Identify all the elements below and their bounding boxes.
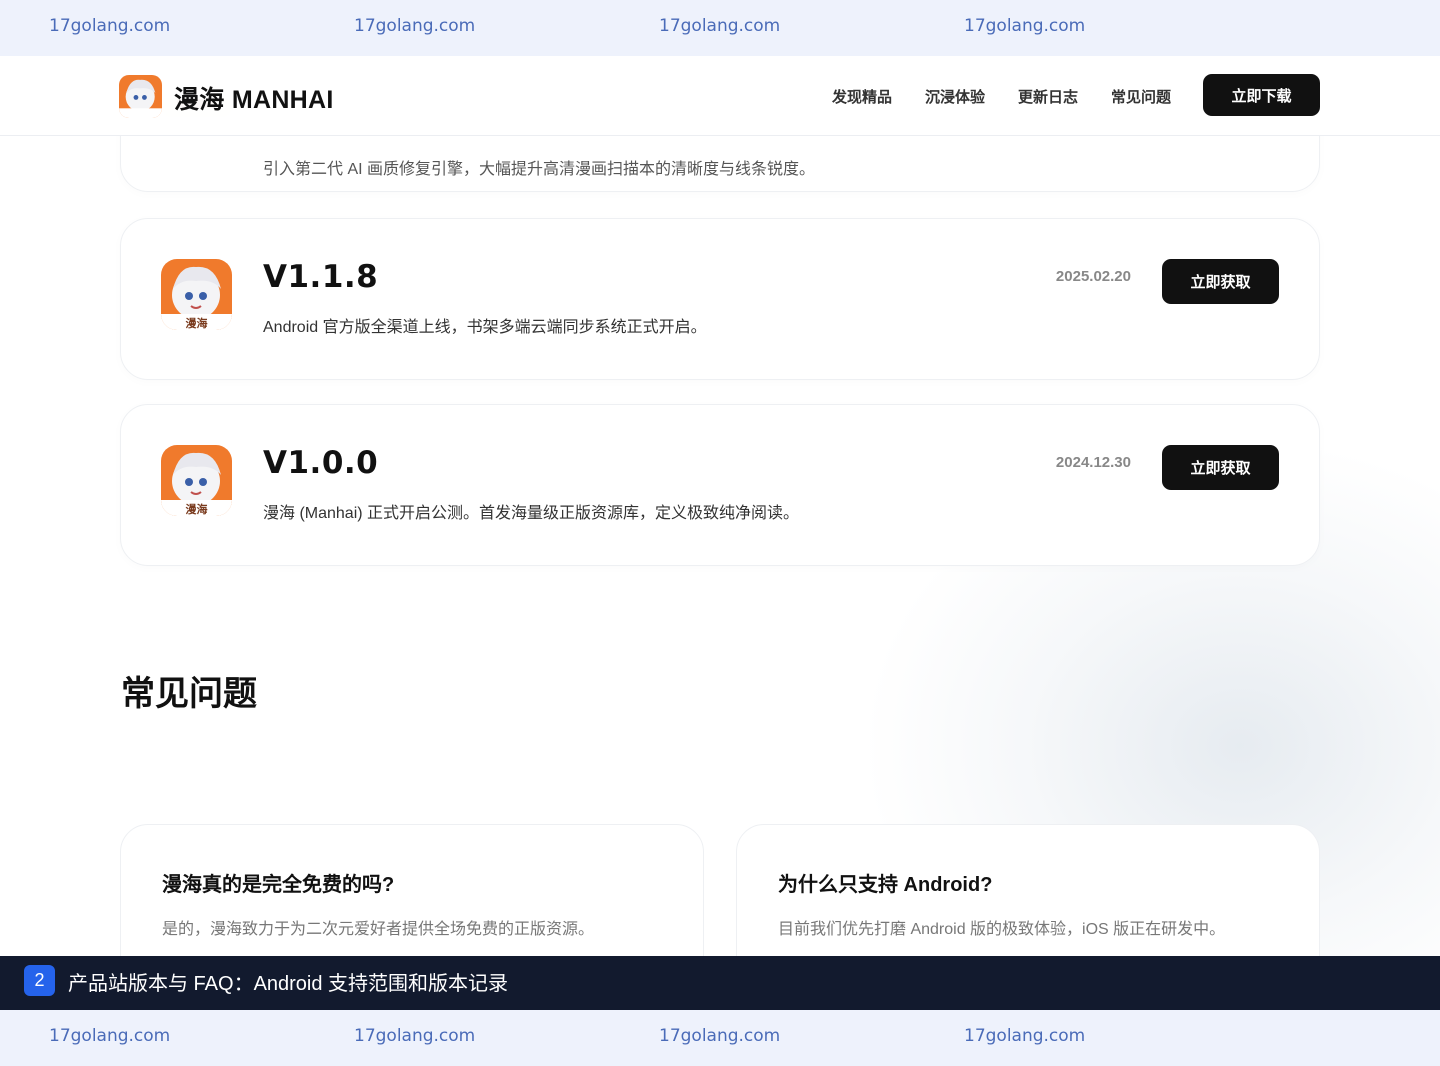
app-icon: 漫海 — [161, 445, 232, 516]
watermark-text: 17golang.com — [659, 16, 781, 36]
faq-question: 为什么只支持 Android? — [778, 874, 993, 896]
app-icon: 漫海 — [161, 259, 232, 330]
get-button[interactable]: 立即获取 — [1162, 259, 1279, 304]
nav-item-discover[interactable]: 发现精品 — [832, 86, 892, 107]
watermark-text: 17golang.com — [49, 16, 171, 36]
faq-section-title: 常见问题 — [121, 675, 257, 713]
version-date: 2024.12.30 — [1055, 454, 1131, 471]
watermark-text: 17golang.com — [964, 1026, 1086, 1046]
nav-item-changelog[interactable]: 更新日志 — [1018, 86, 1078, 107]
version-card: 漫海 V1.0.0 漫海 (Manhai) 正式开启公测。首发海量级正版资源库，… — [120, 404, 1320, 566]
app-icon-text: 漫海 — [186, 502, 208, 516]
watermark-text: 17golang.com — [964, 16, 1086, 36]
watermark-strip-top: 17golang.com 17golang.com 17golang.com 1… — [0, 0, 1440, 56]
caption-bar: 2 产品站版本与 FAQ：Android 支持范围和版本记录 — [0, 956, 1440, 1010]
page-viewport[interactable]: 引入第二代 AI 画质修复引擎，大幅提升高清漫画扫描本的清晰度与线条锐度。 漫海… — [0, 56, 1440, 956]
app-icon-text: 漫海 — [186, 316, 208, 330]
get-button[interactable]: 立即获取 — [1162, 445, 1279, 490]
nav-item-faq[interactable]: 常见问题 — [1111, 86, 1171, 107]
brand-name[interactable]: 漫海 MANHAI — [174, 80, 334, 116]
version-date: 2025.02.20 — [1055, 268, 1131, 285]
faq-question: 漫海真的是完全免费的吗? — [162, 874, 395, 896]
watermark-text: 17golang.com — [659, 1026, 781, 1046]
download-button[interactable]: 立即下载 — [1203, 74, 1320, 116]
version-desc: Android 官方版全渠道上线，书架多端云端同步系统正式开启。 — [263, 319, 707, 336]
faq-answer: 是的，漫海致力于为二次元爱好者提供全场免费的正版资源。 — [162, 921, 595, 938]
site-header: 漫海 MANHAI 发现精品 沉浸体验 更新日志 常见问题 立即下载 — [0, 56, 1440, 136]
logo-icon[interactable] — [119, 75, 162, 118]
version-desc: 引入第二代 AI 画质修复引擎，大幅提升高清漫画扫描本的清晰度与线条锐度。 — [263, 161, 816, 178]
faq-card: 为什么只支持 Android? 目前我们优先打磨 Android 版的极致体验，… — [736, 824, 1320, 956]
watermark-text: 17golang.com — [354, 16, 476, 36]
faq-answer: 目前我们优先打磨 Android 版的极致体验，iOS 版正在研发中。 — [778, 921, 1226, 938]
watermark-text: 17golang.com — [354, 1026, 476, 1046]
version-number: V1.0.0 — [263, 445, 379, 481]
step-badge: 2 — [24, 965, 55, 996]
watermark-text: 17golang.com — [49, 1026, 171, 1046]
nav-item-experience[interactable]: 沉浸体验 — [925, 86, 985, 107]
version-card: 漫海 V1.1.8 Android 官方版全渠道上线，书架多端云端同步系统正式开… — [120, 218, 1320, 380]
watermark-strip-bottom: 17golang.com 17golang.com 17golang.com 1… — [0, 1010, 1440, 1066]
caption-text: 产品站版本与 FAQ：Android 支持范围和版本记录 — [68, 973, 509, 995]
faq-card: 漫海真的是完全免费的吗? 是的，漫海致力于为二次元爱好者提供全场免费的正版资源。 — [120, 824, 704, 956]
version-desc: 漫海 (Manhai) 正式开启公测。首发海量级正版资源库，定义极致纯净阅读。 — [263, 505, 800, 522]
version-number: V1.1.8 — [263, 259, 379, 295]
